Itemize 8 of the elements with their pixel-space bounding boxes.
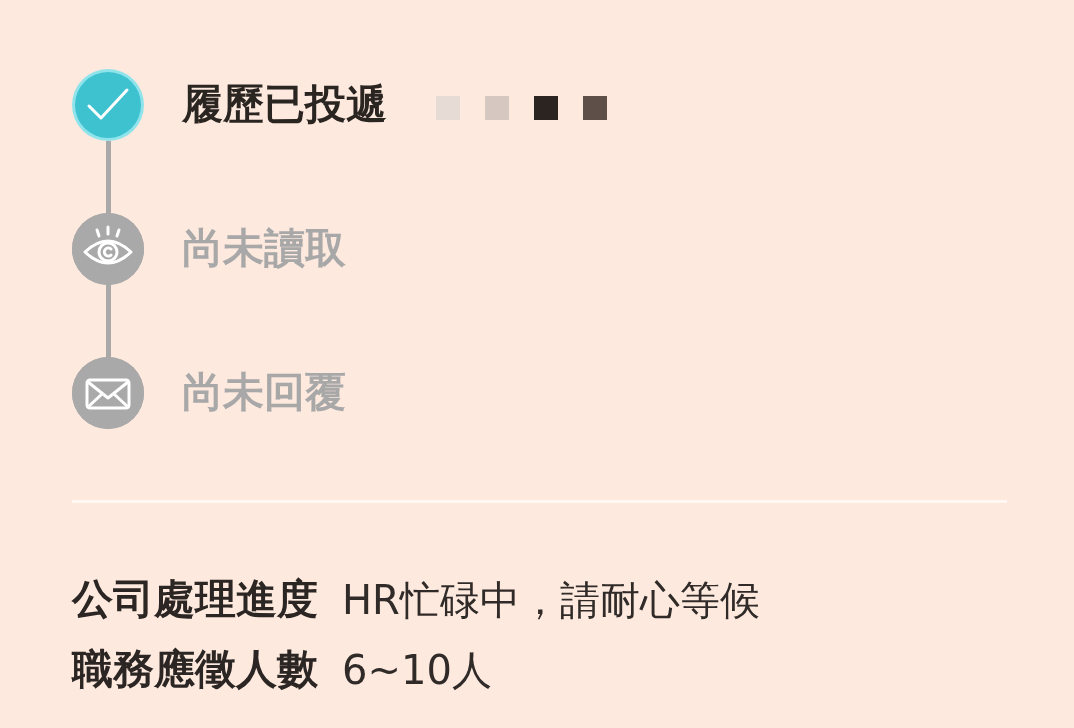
step-label: 尚未讀取 bbox=[182, 224, 346, 274]
detail-label: 公司處理進度 bbox=[72, 575, 318, 625]
step-label: 履歷已投遞 bbox=[182, 80, 387, 130]
timeline-connector bbox=[106, 141, 111, 213]
step-label: 尚未回覆 bbox=[182, 368, 346, 418]
detail-label: 職務應徵人數 bbox=[72, 645, 318, 695]
detail-value: 6~10人 bbox=[342, 646, 492, 694]
detail-value: HR忙碌中，請耐心等候 bbox=[342, 576, 760, 624]
